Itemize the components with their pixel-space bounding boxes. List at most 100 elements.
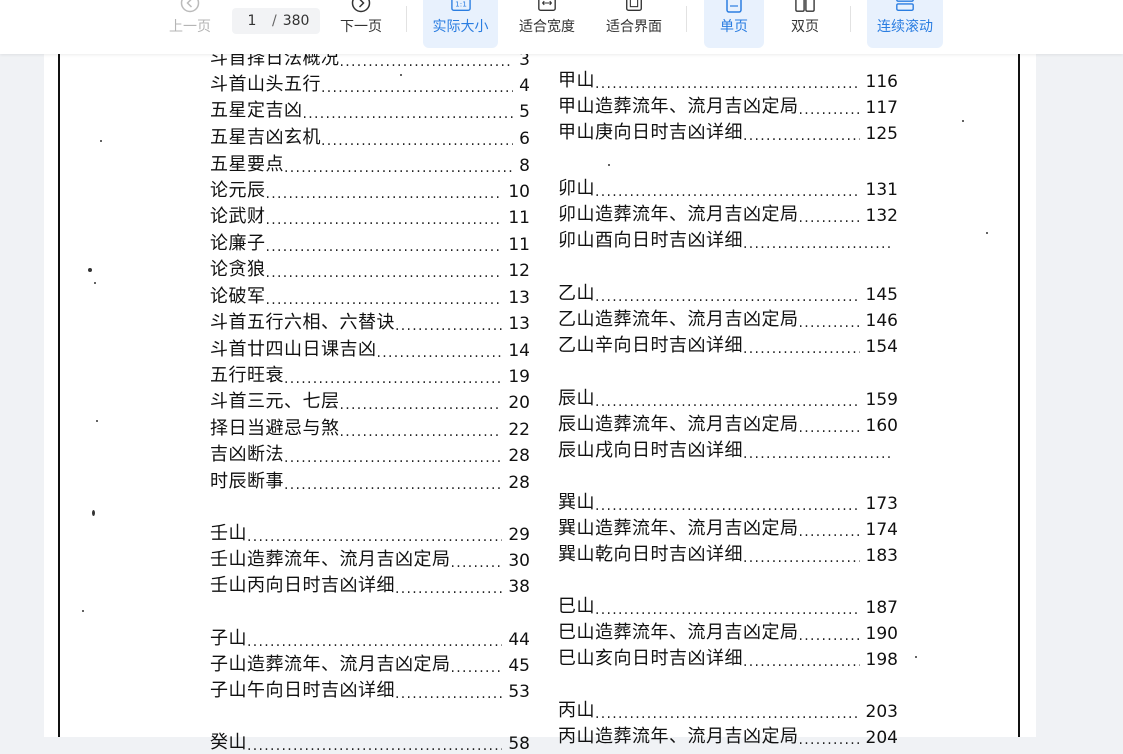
toc-leader-dots: ........................................… bbox=[798, 628, 860, 644]
toc-entry-title: 论武财 bbox=[210, 206, 266, 227]
fit-page-icon bbox=[624, 0, 644, 12]
viewer-toolbar: 上一页 1 / 380 下一页 1:1 实际大小 适合宽度 适合界面 单页 双页… bbox=[0, 0, 1123, 54]
toc-entry: 乙山辛向日时吉凶详细..............................… bbox=[558, 331, 898, 357]
toc-entry: 巳山亥向日时吉凶详细..............................… bbox=[558, 644, 898, 670]
toc-entry-title: 巽山造葬流年、流月吉凶定局 bbox=[558, 518, 799, 539]
scan-border-right bbox=[1018, 54, 1020, 737]
toc-leader-dots: ........................................… bbox=[247, 529, 503, 545]
toc-entry-page: 4 bbox=[519, 76, 530, 96]
prev-page-button[interactable]: 上一页 bbox=[166, 0, 214, 48]
toc-entry-title: 吉凶断法 bbox=[210, 444, 284, 465]
toc-entry-title: 五星要点 bbox=[210, 154, 284, 175]
toc-entry-title: 斗首山头五行 bbox=[210, 74, 321, 95]
toc-entry-title: 巳山造葬流年、流月吉凶定局 bbox=[558, 622, 799, 643]
toc-entry-title: 巽山 bbox=[558, 492, 595, 513]
toc-entry-page: 131 bbox=[865, 180, 898, 200]
scan-border-left bbox=[58, 54, 60, 737]
toc-entry-title: 丙山 bbox=[558, 700, 595, 721]
toolbar-divider bbox=[406, 6, 407, 32]
toc-leader-dots: ........................................… bbox=[798, 210, 860, 226]
toc-leader-dots: ........................................… bbox=[339, 54, 514, 70]
toc-entry-page: 22 bbox=[508, 420, 530, 440]
toc-leader-dots: ........................................… bbox=[321, 80, 513, 96]
toc-entry: 甲山......................................… bbox=[558, 66, 898, 92]
toc-entry: 辰山戌向日时吉凶详细..............................… bbox=[558, 436, 898, 462]
toc-entry: 斗首廿四山日课吉凶...............................… bbox=[210, 335, 530, 361]
toc-entry: 巽山......................................… bbox=[558, 488, 898, 514]
toc-leader-dots: ........................................… bbox=[247, 738, 503, 754]
toc-entry: 子山......................................… bbox=[210, 624, 530, 650]
toc-leader-dots: ........................................… bbox=[798, 524, 860, 540]
toc-entry-title: 卯山 bbox=[558, 178, 595, 199]
toc-leader-dots: ........................................… bbox=[450, 660, 503, 676]
toc-entry: 论破军.....................................… bbox=[210, 282, 530, 308]
toc-entry-page: 38 bbox=[508, 577, 530, 597]
toc-entry-title: 斗首三元、七层 bbox=[210, 391, 340, 412]
toc-leader-dots: ........................................… bbox=[265, 292, 503, 308]
double-page-button[interactable]: 双页 bbox=[778, 0, 832, 48]
double-page-icon bbox=[795, 0, 815, 12]
fit-width-button[interactable]: 适合宽度 bbox=[514, 0, 580, 48]
toc-entry: 五星要点....................................… bbox=[210, 150, 530, 176]
toc-entry: 择日当避忌与煞.................................… bbox=[210, 414, 530, 440]
actual-size-label: 实际大小 bbox=[432, 19, 489, 35]
toc-entry-title: 巳山 bbox=[558, 596, 595, 617]
toc-entry-page: 116 bbox=[865, 72, 898, 92]
toc-leader-dots: ........................................… bbox=[395, 581, 502, 597]
toc-entry-page: 190 bbox=[865, 624, 898, 644]
continuous-scroll-button[interactable]: 连续滚动 bbox=[867, 0, 943, 48]
continuous-scroll-label: 连续滚动 bbox=[877, 19, 933, 35]
chevron-right-circle-icon bbox=[351, 0, 371, 13]
toc-entry: 壬山丙向日时吉凶详细..............................… bbox=[210, 571, 530, 597]
next-page-button[interactable]: 下一页 bbox=[337, 0, 385, 48]
toc-entry-title: 子山造葬流年、流月吉凶定局 bbox=[210, 654, 451, 675]
toc-entry-page: 29 bbox=[508, 525, 530, 545]
toc-entry-title: 甲山造葬流年、流月吉凶定局 bbox=[558, 96, 799, 117]
actual-size-icon: 1:1 bbox=[450, 0, 471, 12]
toolbar-divider bbox=[686, 6, 687, 32]
fit-width-icon bbox=[537, 0, 557, 12]
toc-entry-title: 论元辰 bbox=[210, 180, 266, 201]
toc-entry: 甲山造葬流年、流月吉凶定局...........................… bbox=[558, 92, 898, 118]
toc-entry-title: 斗首五行六相、六替诀 bbox=[210, 312, 395, 333]
page-separator: / bbox=[272, 13, 277, 29]
toc-entry-title: 丙山造葬流年、流月吉凶定局 bbox=[558, 726, 799, 747]
toc-entry-page: 19 bbox=[508, 367, 530, 387]
toc-leader-dots: ........................................… bbox=[265, 265, 503, 281]
toc-entry: 五星吉凶玄机..................................… bbox=[210, 123, 530, 149]
toc-entry: 论贪狼.....................................… bbox=[210, 255, 530, 281]
toc-leader-dots: ........................................… bbox=[265, 239, 503, 255]
toc-leader-dots: ........................................… bbox=[595, 289, 860, 305]
toc-entry: 五星定吉凶...................................… bbox=[210, 96, 530, 122]
toc-entry: 巽山造葬流年、流月吉凶定局...........................… bbox=[558, 514, 898, 540]
toc-entry-title: 巽山乾向日时吉凶详细 bbox=[558, 544, 743, 565]
toc-entry: 吉凶断法....................................… bbox=[210, 440, 530, 466]
toc-leader-dots: ........................................… bbox=[743, 654, 860, 670]
toc-leader-dots: ........................................… bbox=[595, 498, 860, 514]
toc-leader-dots: ........................................… bbox=[798, 315, 860, 331]
next-page-label: 下一页 bbox=[340, 19, 382, 35]
toc-leader-dots: ........................................… bbox=[798, 732, 860, 748]
single-page-button[interactable]: 单页 bbox=[704, 0, 764, 48]
toc-entry-page: 5 bbox=[519, 102, 530, 122]
page-number-input[interactable]: 1 bbox=[232, 13, 272, 29]
toc-entry: 巽山乾向日时吉凶详细..............................… bbox=[558, 540, 898, 566]
toc-leader-dots: ........................................… bbox=[450, 555, 503, 571]
toc-leader-dots: ........................................… bbox=[302, 106, 514, 122]
toc-entry-title: 卯山造葬流年、流月吉凶定局 bbox=[558, 204, 799, 225]
toc-entry-page: 20 bbox=[508, 393, 530, 413]
toc-entry: 五行旺衰....................................… bbox=[210, 361, 530, 387]
toc-entry-page: 146 bbox=[865, 311, 898, 331]
toc-leader-dots: ........................................… bbox=[265, 186, 503, 202]
fit-page-button[interactable]: 适合界面 bbox=[600, 0, 668, 48]
actual-size-button[interactable]: 1:1 实际大小 bbox=[423, 0, 498, 48]
toc-leader-dots: ........................................… bbox=[339, 424, 503, 440]
toc-leader-dots: ........................................… bbox=[743, 128, 860, 144]
toc-entry-title: 子山午向日时吉凶详细 bbox=[210, 680, 395, 701]
toc-leader-dots: ........................................… bbox=[284, 477, 503, 493]
toc-entry: 卯山酉向日时吉凶详细..............................… bbox=[558, 226, 898, 252]
toc-entry-page: 53 bbox=[508, 682, 530, 702]
toc-leader-dots: ........................................… bbox=[743, 550, 860, 566]
toc-leader-dots: ........................................… bbox=[595, 394, 860, 410]
toc-leader-dots: ........................................… bbox=[743, 341, 860, 357]
